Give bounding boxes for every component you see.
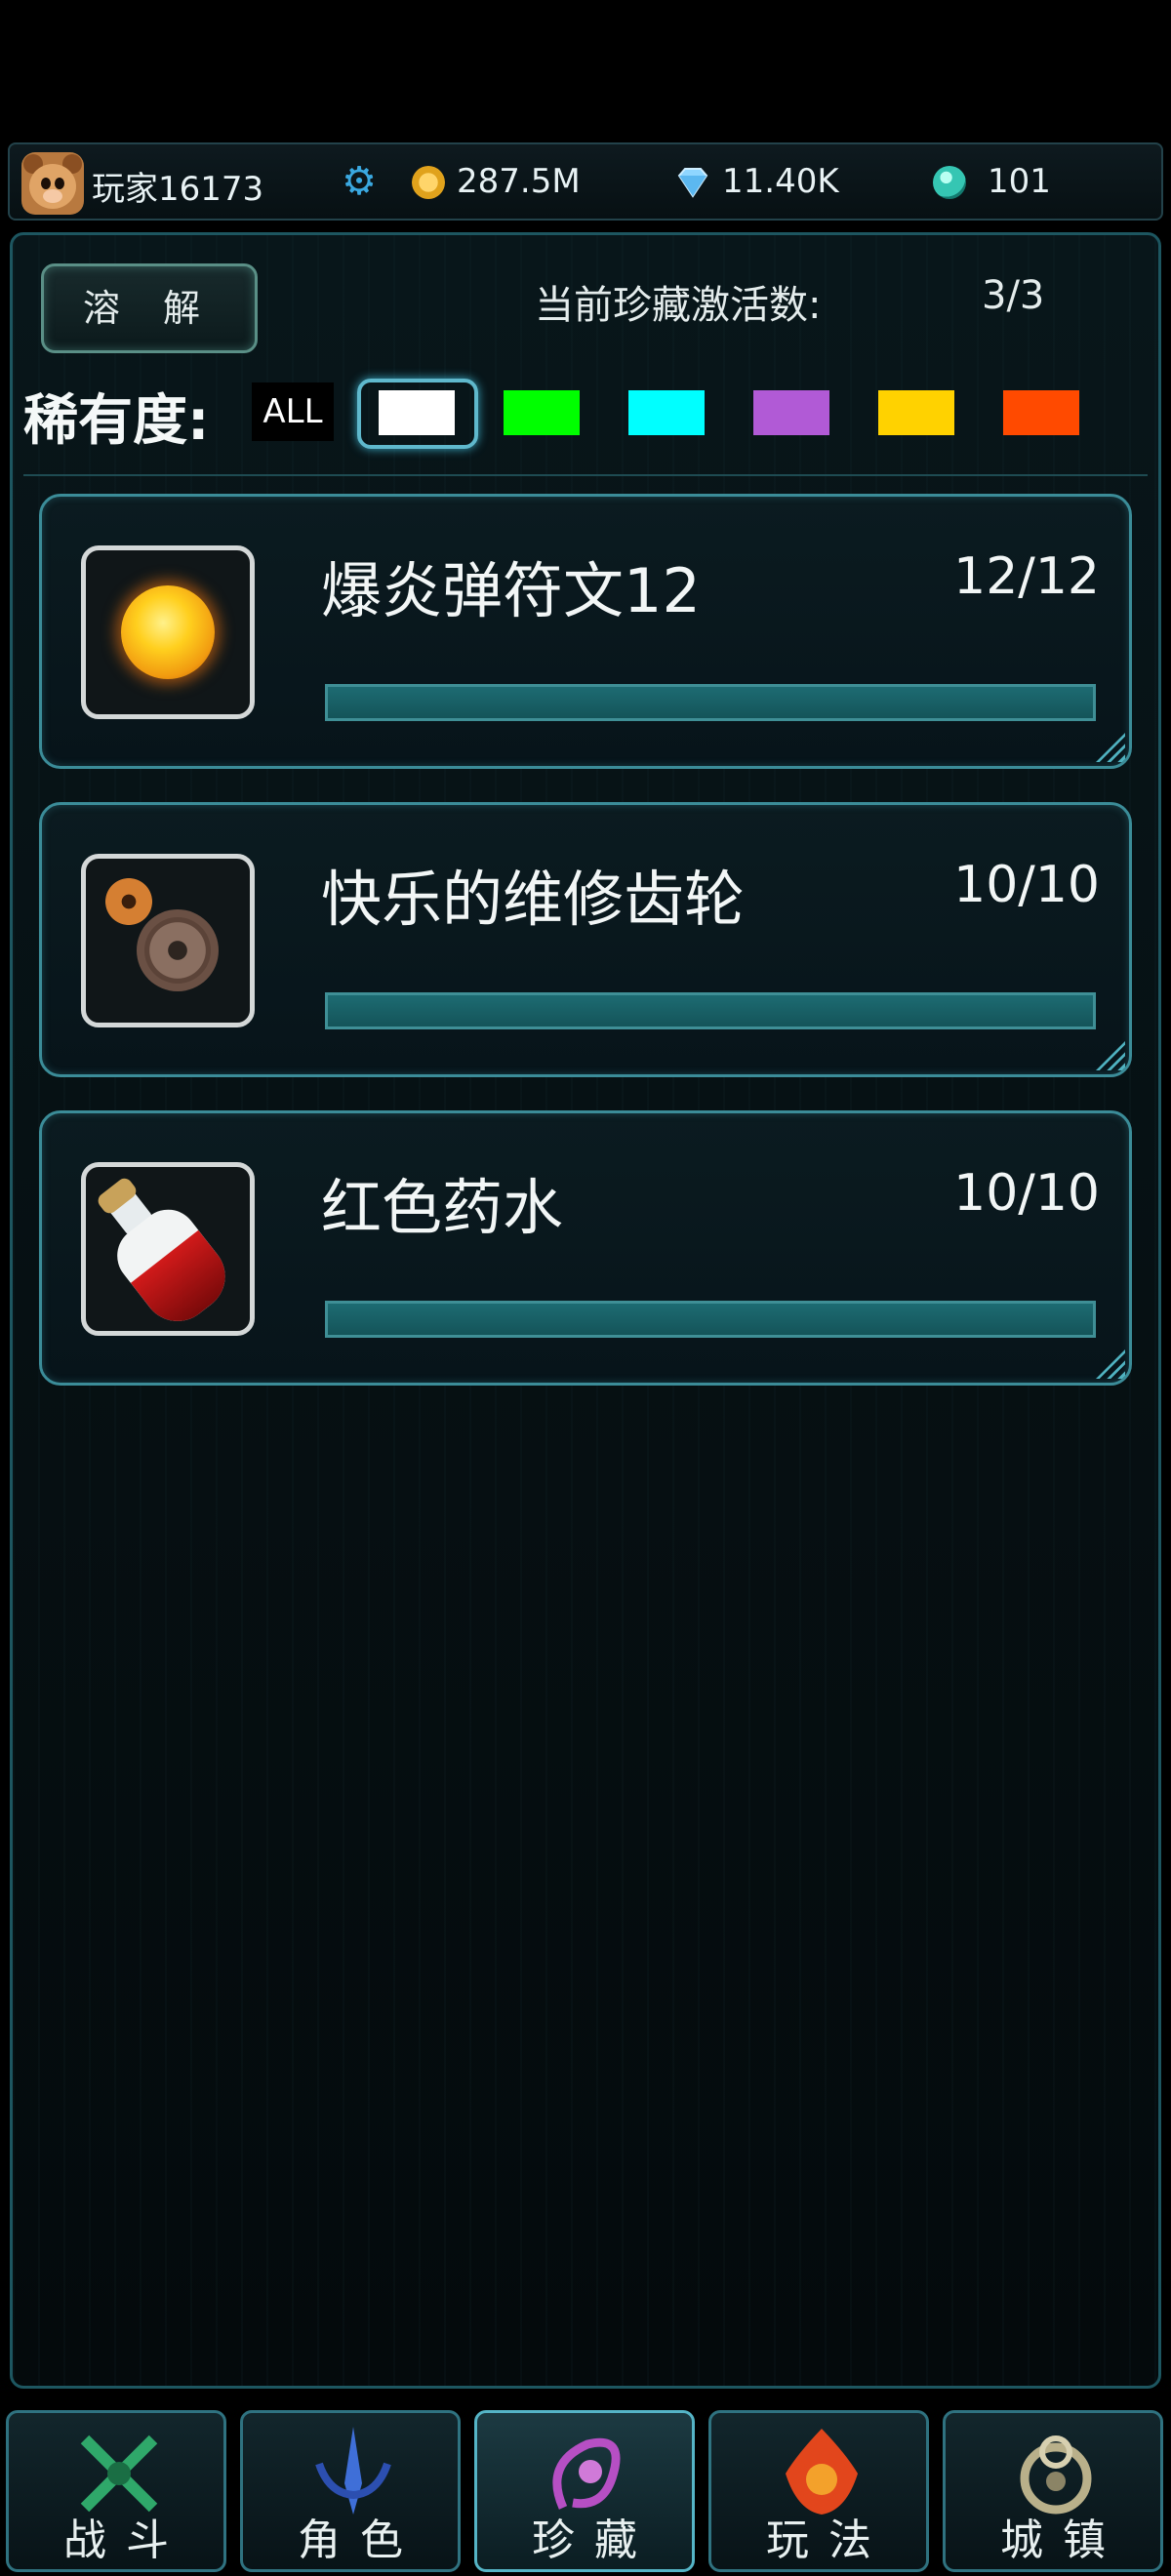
nav-battle[interactable]: 战斗 xyxy=(6,2410,226,2572)
rarity-filter-label: 稀有度: xyxy=(23,389,210,453)
red-potion-icon xyxy=(81,1162,255,1336)
player-avatar[interactable] xyxy=(21,152,84,215)
nav-town[interactable]: 城镇 xyxy=(943,2410,1163,2572)
nav-gameplay[interactable]: 玩法 xyxy=(708,2410,929,2572)
item-count: 10/10 xyxy=(953,1164,1100,1223)
collection-item[interactable]: 快乐的维修齿轮 10/10 xyxy=(39,802,1132,1077)
rarity-filter-yellow[interactable] xyxy=(878,390,954,435)
player-name: 玩家16173 xyxy=(92,170,264,209)
nav-label: 玩法 xyxy=(766,2516,891,2565)
item-progress-bar xyxy=(325,992,1096,1029)
nav-character[interactable]: 角色 xyxy=(240,2410,461,2572)
gold-coin-icon xyxy=(412,166,445,199)
gem-amount: 101 xyxy=(988,162,1051,201)
item-count: 10/10 xyxy=(953,856,1100,914)
settings-gear-icon[interactable]: ⚙ xyxy=(338,160,381,203)
item-name: 红色药水 xyxy=(321,1172,564,1243)
top-status-bar: 玩家16173 ⚙ 287.5M 11.40K 101 xyxy=(8,142,1163,221)
item-progress-bar xyxy=(325,684,1096,721)
nav-label: 珍藏 xyxy=(532,2516,657,2565)
nav-collection[interactable]: 珍藏 xyxy=(474,2410,695,2572)
item-name: 爆炎弹符文12 xyxy=(321,555,701,626)
active-collection-count: 3/3 xyxy=(982,273,1045,318)
diamond-icon xyxy=(675,166,710,199)
item-name: 快乐的维修齿轮 xyxy=(321,864,746,935)
dissolve-button[interactable]: 溶 解 xyxy=(41,263,258,353)
gold-amount: 287.5M xyxy=(457,162,581,201)
diamond-amount: 11.40K xyxy=(722,162,839,201)
rarity-filter-all[interactable]: ALL xyxy=(252,382,334,441)
collection-item[interactable]: 红色药水 10/10 xyxy=(39,1110,1132,1386)
item-count: 12/12 xyxy=(953,547,1100,606)
collection-item[interactable]: 爆炎弹符文12 12/12 xyxy=(39,494,1132,769)
sun-orb-icon xyxy=(81,545,255,719)
rarity-filter-green[interactable] xyxy=(504,390,580,435)
item-progress-bar xyxy=(325,1301,1096,1338)
gears-icon xyxy=(81,854,255,1027)
gem-icon xyxy=(933,166,966,199)
nav-label: 角色 xyxy=(298,2516,423,2565)
nav-label: 战斗 xyxy=(63,2516,188,2565)
rarity-filter-cyan[interactable] xyxy=(628,390,705,435)
nav-label: 城镇 xyxy=(1000,2516,1125,2565)
rarity-filter-white[interactable] xyxy=(379,390,455,435)
active-collection-label: 当前珍藏激活数: xyxy=(535,283,822,328)
rarity-filter-orange[interactable] xyxy=(1003,390,1079,435)
rarity-filter-purple[interactable] xyxy=(753,390,829,435)
